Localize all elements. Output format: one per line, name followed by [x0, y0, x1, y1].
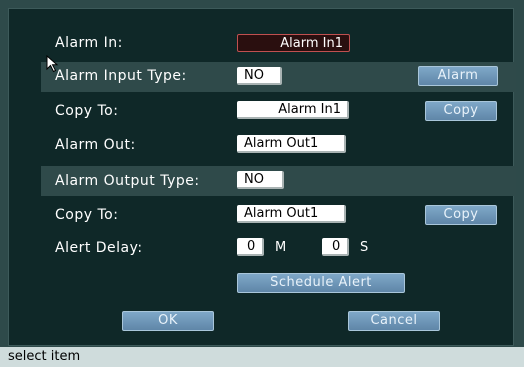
ok-button[interactable]: OK [122, 311, 214, 331]
alarm-input-type-label: Alarm Input Type: [55, 68, 187, 84]
alarm-in-select[interactable]: Alarm In1 [237, 34, 350, 52]
alert-delay-label: Alert Delay: [55, 240, 143, 256]
copy-to-alarm-in-select[interactable]: Alarm In1 [237, 101, 349, 119]
alarm-out-select[interactable]: Alarm Out1 [237, 135, 346, 153]
alert-delay-minutes-input[interactable]: 0 [237, 238, 264, 256]
alarm-input-type-select[interactable]: NO [237, 67, 282, 85]
alarm-settings-window: Alarm In: Alarm In1 Alarm Input Type: NO… [0, 0, 524, 367]
mouse-pointer-icon [46, 55, 59, 73]
minutes-unit-label: M [275, 240, 287, 255]
seconds-unit-label: S [360, 240, 369, 255]
alarm-out-label: Alarm Out: [55, 137, 136, 153]
schedule-alert-button[interactable]: Schedule Alert [237, 273, 405, 293]
copy-to-alarm-out-label: Copy To: [55, 207, 119, 223]
alert-delay-seconds-input[interactable]: 0 [322, 238, 349, 256]
alarm-output-type-label: Alarm Output Type: [55, 173, 200, 189]
alarm-in-label: Alarm In: [55, 35, 123, 51]
copy-alarm-out-button[interactable]: Copy [425, 205, 497, 225]
copy-alarm-in-button[interactable]: Copy [425, 101, 497, 121]
alarm-output-type-select[interactable]: NO [237, 171, 284, 189]
status-bar: select item [0, 347, 524, 367]
copy-to-alarm-in-label: Copy To: [55, 103, 119, 119]
alarm-button[interactable]: Alarm [418, 66, 498, 86]
copy-to-alarm-out-select[interactable]: Alarm Out1 [237, 205, 346, 223]
cancel-button[interactable]: Cancel [348, 311, 440, 331]
